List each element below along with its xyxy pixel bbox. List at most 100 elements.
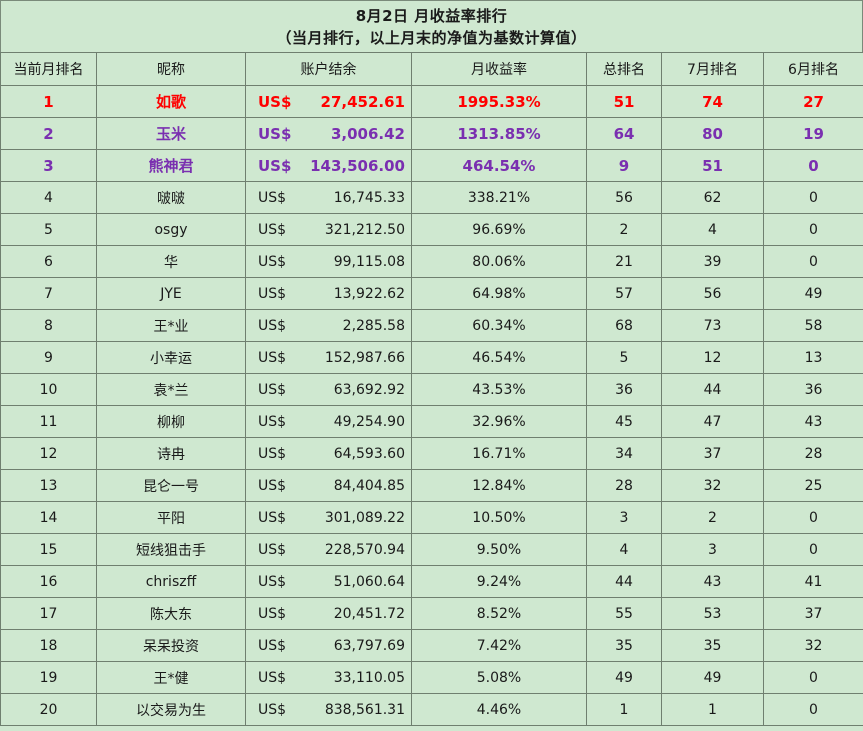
col-header-monthly-return: 月收益率	[411, 52, 587, 86]
currency-label: US$	[258, 381, 287, 398]
monthly-return-cell: 43.53%	[411, 373, 587, 406]
july-rank-cell: 43	[661, 565, 764, 598]
balance-amount: 51,060.64	[333, 573, 405, 590]
currency-label: US$	[258, 509, 287, 526]
june-rank-cell: 0	[763, 213, 863, 246]
june-rank-cell: 27	[763, 85, 863, 118]
balance-amount: 3,006.42	[330, 124, 405, 143]
currency-label: US$	[258, 573, 287, 590]
nickname-cell: 平阳	[96, 501, 246, 534]
monthly-return-cell: 16.71%	[411, 437, 587, 470]
total-rank-cell: 1	[586, 693, 662, 726]
balance-cell: US$ 321,212.50	[245, 213, 412, 246]
rank-cell: 20	[0, 693, 97, 726]
balance-wrap: US$ 2,285.58	[247, 317, 411, 334]
nickname-cell: 熊神君	[96, 149, 246, 182]
balance-amount: 84,404.85	[333, 477, 405, 494]
balance-amount: 33,110.05	[333, 669, 405, 686]
balance-cell: US$ 228,570.94	[245, 533, 412, 566]
balance-cell: US$ 27,452.61	[245, 85, 412, 118]
july-rank-cell: 49	[661, 661, 764, 694]
balance-cell: US$ 84,404.85	[245, 469, 412, 502]
july-rank-cell: 53	[661, 597, 764, 630]
nickname-cell: 柳柳	[96, 405, 246, 438]
table-row: 14 平阳 US$ 301,089.22 10.50% 3 2 0	[0, 501, 863, 534]
total-rank-cell: 68	[586, 309, 662, 342]
balance-cell: US$ 152,987.66	[245, 341, 412, 374]
currency-label: US$	[258, 285, 287, 302]
balance-cell: US$ 3,006.42	[245, 117, 412, 150]
monthly-return-cell: 64.98%	[411, 277, 587, 310]
monthly-return-cell: 4.46%	[411, 693, 587, 726]
balance-cell: US$ 63,797.69	[245, 629, 412, 662]
table-row: 1 如歌 US$ 27,452.61 1995.33% 51 74 27	[0, 85, 863, 118]
total-rank-cell: 21	[586, 245, 662, 278]
page-title: 8月2日 月收益率排行	[355, 6, 508, 25]
june-rank-cell: 0	[763, 181, 863, 214]
total-rank-cell: 35	[586, 629, 662, 662]
total-rank-cell: 34	[586, 437, 662, 470]
total-rank-cell: 5	[586, 341, 662, 374]
total-rank-cell: 57	[586, 277, 662, 310]
nickname-cell: 以交易为生	[96, 693, 246, 726]
balance-cell: US$ 49,254.90	[245, 405, 412, 438]
rank-cell: 4	[0, 181, 97, 214]
rank-cell: 15	[0, 533, 97, 566]
table-row: 18 呆呆投资 US$ 63,797.69 7.42% 35 35 32	[0, 629, 863, 662]
balance-wrap: US$ 152,987.66	[247, 350, 411, 366]
nickname-cell: 呆呆投资	[96, 629, 246, 662]
balance-amount: 2,285.58	[342, 317, 405, 334]
balance-cell: US$ 838,561.31	[245, 693, 412, 726]
table-row: 15 短线狙击手 US$ 228,570.94 9.50% 4 3 0	[0, 533, 863, 566]
july-rank-cell: 80	[661, 117, 764, 150]
rank-cell: 3	[0, 149, 97, 182]
balance-wrap: US$ 20,451.72	[247, 606, 411, 622]
table-row: 2 玉米 US$ 3,006.42 1313.85% 64 80 19	[0, 117, 863, 150]
balance-wrap: US$ 16,745.33	[247, 189, 411, 206]
balance-amount: 99,115.08	[333, 253, 405, 270]
july-rank-cell: 4	[661, 213, 764, 246]
monthly-return-cell: 464.54%	[411, 149, 587, 182]
nickname-cell: 玉米	[96, 117, 246, 150]
rank-cell: 6	[0, 245, 97, 278]
monthly-return-cell: 60.34%	[411, 309, 587, 342]
monthly-return-cell: 8.52%	[411, 597, 587, 630]
balance-amount: 228,570.94	[324, 541, 405, 558]
currency-label: US$	[258, 637, 287, 654]
june-rank-cell: 0	[763, 501, 863, 534]
monthly-return-cell: 1995.33%	[411, 85, 587, 118]
june-rank-cell: 0	[763, 245, 863, 278]
balance-cell: US$ 301,089.22	[245, 501, 412, 534]
table-row: 12 诗冉 US$ 64,593.60 16.71% 34 37 28	[0, 437, 863, 470]
table-row: 16 chriszff US$ 51,060.64 9.24% 44 43 41	[0, 565, 863, 598]
monthly-return-cell: 9.50%	[411, 533, 587, 566]
monthly-return-cell: 338.21%	[411, 181, 587, 214]
balance-cell: US$ 51,060.64	[245, 565, 412, 598]
june-rank-cell: 28	[763, 437, 863, 470]
nickname-cell: 啵啵	[96, 181, 246, 214]
nickname-cell: 小幸运	[96, 341, 246, 374]
june-rank-cell: 32	[763, 629, 863, 662]
june-rank-cell: 0	[763, 149, 863, 182]
monthly-return-cell: 1313.85%	[411, 117, 587, 150]
total-rank-cell: 45	[586, 405, 662, 438]
rank-cell: 19	[0, 661, 97, 694]
july-rank-cell: 2	[661, 501, 764, 534]
balance-amount: 63,797.69	[333, 637, 405, 654]
monthly-return-cell: 96.69%	[411, 213, 587, 246]
table-row: 11 柳柳 US$ 49,254.90 32.96% 45 47 43	[0, 405, 863, 438]
ranking-sheet: 8月2日 月收益率排行 （当月排行，以上月末的净值为基数计算值） 当前月排名 昵…	[0, 0, 863, 731]
total-rank-cell: 44	[586, 565, 662, 598]
july-rank-cell: 44	[661, 373, 764, 406]
balance-amount: 63,692.92	[333, 381, 405, 398]
nickname-cell: 如歌	[96, 85, 246, 118]
currency-label: US$	[258, 541, 287, 558]
col-header-rank: 当前月排名	[0, 52, 97, 86]
july-rank-cell: 1	[661, 693, 764, 726]
june-rank-cell: 41	[763, 565, 863, 598]
currency-label: US$	[258, 189, 287, 206]
currency-label: US$	[258, 156, 292, 175]
table-row: 6 华 US$ 99,115.08 80.06% 21 39 0	[0, 245, 863, 278]
table-body: 1 如歌 US$ 27,452.61 1995.33% 51 74 27 2 玉米 US$ 3,006…	[0, 85, 863, 726]
rank-cell: 7	[0, 277, 97, 310]
